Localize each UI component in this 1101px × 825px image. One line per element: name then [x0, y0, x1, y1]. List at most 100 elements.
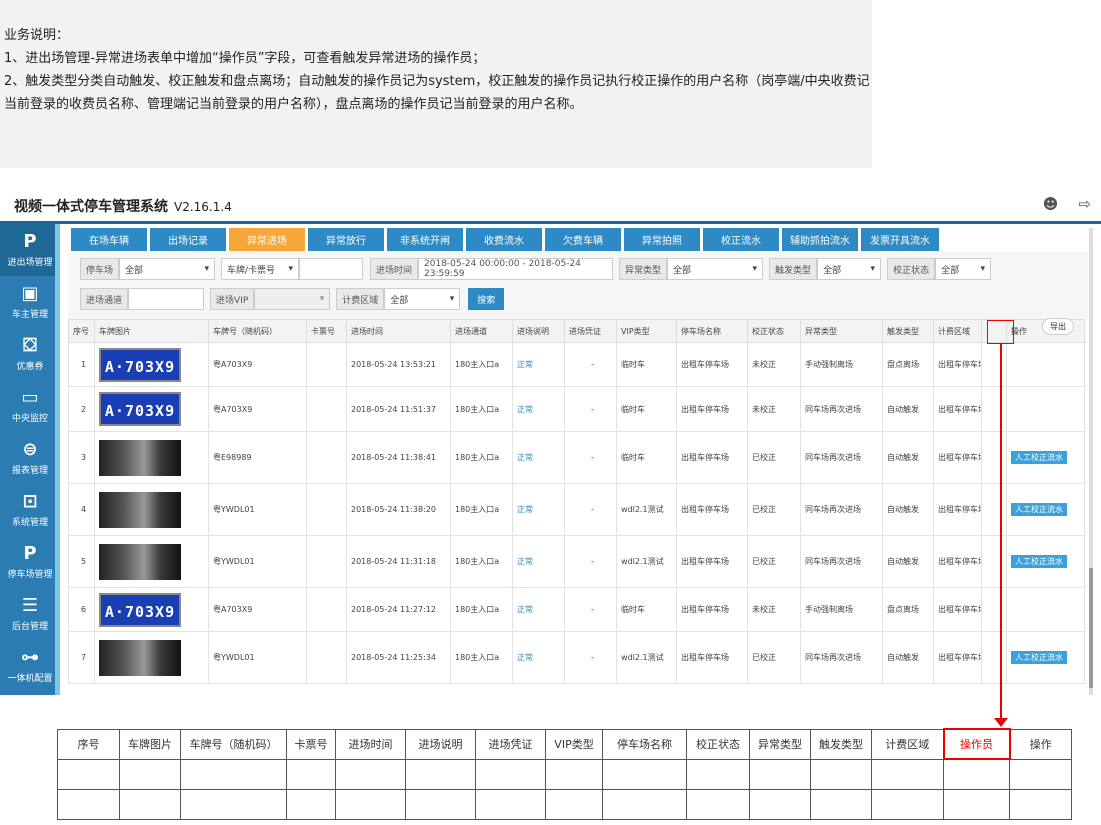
- tab-3[interactable]: 异常放行: [308, 228, 384, 251]
- table-row[interactable]: 6 A·703X9 粤A703X9 2018-05-24 11:27:12 180主入口…: [68, 587, 1085, 632]
- cell-corr: 已校正: [747, 483, 801, 536]
- entry-desc-link[interactable]: 正常: [517, 653, 533, 662]
- cell-vip: 临时车: [616, 587, 677, 632]
- sidebar-item-entry-exit[interactable]: P 进出场管理: [0, 224, 60, 276]
- sidebar-icon: ⊜: [22, 439, 38, 460]
- lane-input[interactable]: [128, 288, 205, 310]
- trigger-type-select[interactable]: 全部 ▾: [817, 258, 882, 280]
- empty-cell: [57, 788, 120, 820]
- empty-cell: [810, 758, 872, 790]
- table-row[interactable]: 3 粤E98989 2018-05-24 11:38:41 180主入口a 正常 - 临时车…: [68, 431, 1085, 484]
- cell-cert: -: [564, 342, 617, 387]
- sidebar-item-backend[interactable]: ☰ 后台管理: [0, 588, 60, 640]
- cell-vip: 临时车: [616, 342, 677, 387]
- cell-park: 出租车停车场: [676, 483, 748, 536]
- entry-desc-link[interactable]: 正常: [517, 360, 533, 369]
- time-range-input[interactable]: 2018-05-24 00:00:00 - 2018-05-24 23:59:5…: [418, 258, 614, 280]
- sidebar-item-report[interactable]: ⊜ 报表管理: [0, 432, 60, 484]
- cell-zone: 出租车停车场: [933, 483, 982, 536]
- table-row[interactable]: 1 A·703X9 粤A703X9 2018-05-24 13:53:21 180主入口…: [68, 342, 1085, 387]
- column-header: VIP类型: [616, 319, 677, 343]
- tab-10[interactable]: 发票开具流水: [861, 228, 939, 251]
- cell-op: [981, 535, 1007, 588]
- sidebar-item-coupon[interactable]: ⛋ 优惠券: [0, 328, 60, 380]
- vehicle-photo[interactable]: [99, 639, 181, 676]
- cell-trig: 盘点离场: [882, 587, 934, 632]
- vehicle-photo[interactable]: [99, 491, 181, 528]
- table-row[interactable]: 4 粤YWDL01 2018-05-24 11:38:20 180主入口a 正常 - wdl…: [68, 483, 1085, 536]
- manual-correction-button[interactable]: 人工校正流水: [1011, 451, 1067, 464]
- tab-0[interactable]: 在场车辆: [71, 228, 147, 251]
- entry-desc-link[interactable]: 正常: [517, 453, 533, 462]
- sidebar-item-label: 优惠券: [16, 362, 44, 372]
- tab-9[interactable]: 辅助抓拍流水: [782, 228, 858, 251]
- sidebar-item-owner[interactable]: ▣ 车主管理: [0, 276, 60, 328]
- zone-select[interactable]: 全部 ▾: [384, 288, 461, 310]
- cell-plate: 粤A703X9: [208, 587, 307, 632]
- tab-4[interactable]: 非系统开闸: [387, 228, 463, 251]
- entry-desc-link[interactable]: 正常: [517, 505, 533, 514]
- scrollbar-thumb[interactable]: [1089, 568, 1093, 688]
- scrollbar[interactable]: [1089, 228, 1093, 695]
- tab-7[interactable]: 异常拍照: [624, 228, 700, 251]
- sidebar-item-monitor[interactable]: ▭ 中央监控: [0, 380, 60, 432]
- plate-type-select[interactable]: 车牌/卡票号 ▾: [221, 258, 300, 280]
- entry-desc-cell: 正常: [512, 535, 565, 588]
- abnormal-type-label: 异常类型: [619, 258, 668, 280]
- logout-icon[interactable]: ⇨: [1078, 195, 1091, 213]
- entry-desc-link[interactable]: 正常: [517, 605, 533, 614]
- entry-desc-cell: 正常: [512, 386, 565, 432]
- vip-select[interactable]: ▾: [254, 288, 331, 310]
- sidebar-item-device[interactable]: ⊶ 一体机配置: [0, 640, 60, 692]
- abnormal-type-select[interactable]: 全部 ▾: [667, 258, 764, 280]
- cell-vip: wdl2.1测试: [616, 483, 677, 536]
- tab-8[interactable]: 校正流水: [703, 228, 779, 251]
- plate-input[interactable]: [299, 258, 364, 280]
- tab-5[interactable]: 收费流水: [466, 228, 542, 251]
- parking-select-value: 全部: [125, 265, 144, 276]
- table-row[interactable]: 2 A·703X9 粤A703X9 2018-05-24 11:51:37 180主入口…: [68, 386, 1085, 432]
- plate-image[interactable]: A·703X9: [99, 392, 181, 426]
- tab-2[interactable]: 异常进场: [229, 228, 305, 251]
- table-row[interactable]: 5 粤YWDL01 2018-05-24 11:31:18 180主入口a 正常 - wdl…: [68, 535, 1085, 588]
- plate-image[interactable]: A·703X9: [99, 592, 181, 627]
- search-button[interactable]: 搜索: [468, 288, 505, 310]
- entry-desc-link[interactable]: 正常: [517, 557, 533, 566]
- manual-correction-button[interactable]: 人工校正流水: [1011, 555, 1067, 568]
- cell-trig: 自动触发: [882, 386, 934, 432]
- plate-image[interactable]: A·703X9: [99, 347, 181, 382]
- app-version: V2.16.1.4: [174, 200, 232, 214]
- entry-desc-link[interactable]: 正常: [517, 405, 533, 414]
- sidebar-item-parking[interactable]: P 停车场管理: [0, 536, 60, 588]
- empty-cell: [335, 788, 406, 820]
- empty-cell: [686, 788, 750, 820]
- export-button[interactable]: 导出: [1042, 318, 1074, 335]
- manual-correction-button[interactable]: 人工校正流水: [1011, 503, 1067, 516]
- vehicle-photo[interactable]: [99, 543, 181, 580]
- column-header: 校正状态: [686, 728, 750, 760]
- empty-cell: [871, 788, 944, 820]
- manual-correction-button[interactable]: 人工校正流水: [1011, 651, 1067, 664]
- cell-time: 2018-05-24 11:27:12: [346, 587, 451, 632]
- parking-select[interactable]: 全部 ▾: [119, 258, 216, 280]
- cell-lane: 180主入口a: [450, 483, 513, 536]
- tab-1[interactable]: 出场记录: [150, 228, 226, 251]
- cell-park: 出租车停车场: [676, 587, 748, 632]
- vehicle-photo[interactable]: [99, 439, 181, 476]
- entry-desc-cell: 正常: [512, 431, 565, 484]
- cell-time: 2018-05-24 11:25:34: [346, 631, 451, 684]
- tab-6[interactable]: 欠费车辆: [545, 228, 621, 251]
- user-icon[interactable]: ☻: [1043, 195, 1059, 213]
- correction-select[interactable]: 全部 ▾: [935, 258, 992, 280]
- entry-desc-cell: 正常: [512, 587, 565, 632]
- sidebar-icon: ▣: [21, 283, 39, 304]
- sidebar-item-system[interactable]: ⊡ 系统管理: [0, 484, 60, 536]
- cell-abn: 手动强制离场: [800, 342, 883, 387]
- cell-no: 6: [68, 587, 95, 632]
- plate-photo-cell: A·703X9: [94, 386, 209, 432]
- cell-op: [981, 587, 1007, 632]
- table-row[interactable]: 7 粤YWDL01 2018-05-24 11:25:34 180主入口a 正常 - wdl…: [68, 631, 1085, 684]
- empty-cell: [119, 758, 181, 790]
- chevron-down-icon: ▾: [204, 264, 210, 274]
- action-cell: 人工校正流水: [1006, 631, 1085, 684]
